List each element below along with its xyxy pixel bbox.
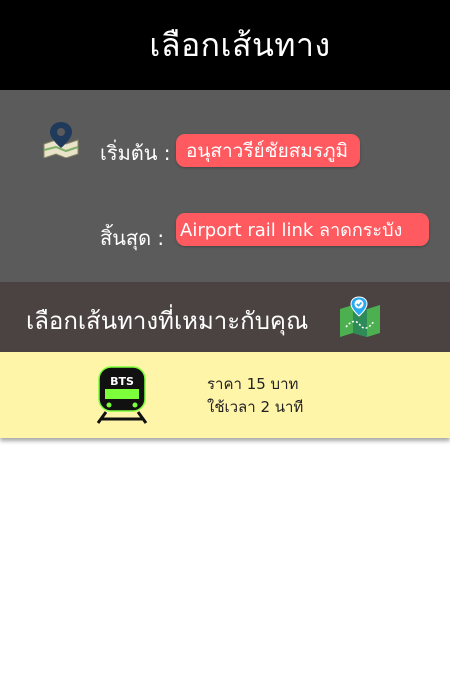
section-title: เลือกเส้นทางที่เหมาะกับคุณ [26,307,309,335]
start-location-value: อนุสาวรีย์ชัยสมรภูมิ [186,139,349,162]
route-panel: เริ่มต้น : อนุสาวรีย์ชัยสมรภูมิ สิ้นสุด … [0,90,450,282]
bts-icon-text: BTS [110,375,134,388]
route-duration: ใช้เวลา 2 นาที [207,398,304,416]
end-location-field[interactable]: Airport rail link ลาดกระบัง [176,213,429,246]
end-location-value: Airport rail link ลาดกระบัง [180,220,403,241]
map-pin-icon [42,120,80,159]
route-price: ราคา 15 บาท [207,375,299,393]
route-map-icon [338,295,382,339]
end-label: สิ้นสุด : [100,226,165,250]
page-title: เลือกเส้นทาง [149,25,331,64]
choose-route-section: เลือกเส้นทางที่เหมาะกับคุณ [0,282,450,352]
start-location-field[interactable]: อนุสาวรีย์ชัยสมรภูมิ [176,134,360,167]
app-header: เลือกเส้นทาง [0,0,450,90]
bts-train-icon: BTS [92,365,152,425]
route-option-card[interactable]: BTS ราคา 15 บาท ใช้เวลา 2 นาที [0,352,450,438]
start-label: เริ่มต้น : [100,141,171,165]
